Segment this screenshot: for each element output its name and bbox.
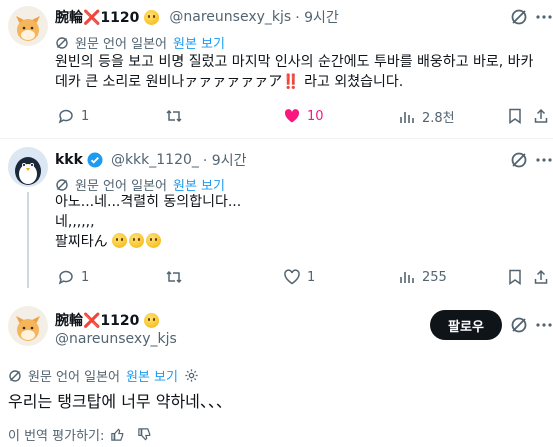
divider (0, 138, 553, 139)
bookmark-icon[interactable] (507, 269, 523, 285)
fox-avatar-icon (8, 306, 48, 346)
translate-icon (9, 369, 21, 382)
view-count: 2.8천 (422, 111, 455, 126)
pleading-face-icon (112, 233, 128, 248)
retweet-icon (166, 270, 182, 284)
fox-avatar-icon (8, 6, 48, 46)
avatar[interactable] (8, 6, 48, 46)
more-icon[interactable] (535, 316, 553, 334)
views-button[interactable]: 2.8천 (398, 107, 455, 126)
translate-icon (56, 36, 68, 49)
more-icon[interactable] (535, 151, 553, 169)
user-handle[interactable]: @kkk_1120_ (111, 152, 199, 168)
grok-icon[interactable] (510, 316, 528, 334)
display-name[interactable]: 腕輪❌1120 (55, 310, 139, 330)
reply-icon (58, 270, 73, 285)
pleading-face-icon (146, 233, 162, 248)
views-button[interactable]: 255 (398, 268, 447, 286)
like-count: 1 (307, 269, 316, 285)
share-icon[interactable] (533, 269, 549, 285)
retweet-button[interactable] (165, 107, 183, 125)
gear-icon[interactable] (184, 368, 199, 383)
avatar[interactable] (8, 306, 48, 346)
tweet-text: 원빈의 등을 보고 비명 질렀고 마지막 인사의 순간에도 투바를 배웅하고 바… (55, 54, 534, 90)
retweet-button[interactable] (165, 268, 183, 286)
share-icon[interactable] (533, 108, 549, 124)
reply-count: 1 (81, 108, 90, 124)
tweet-text: 아노...네...격렬히 동의합니다... 네,,,,,, 팔찌타ん (55, 194, 242, 250)
thread-line (27, 192, 29, 288)
more-icon[interactable] (535, 8, 553, 26)
views-icon (400, 272, 414, 283)
display-name[interactable]: kkk (55, 152, 83, 168)
reply-button[interactable]: 1 (57, 268, 89, 286)
view-original-link[interactable]: 원본 보기 (126, 366, 178, 385)
view-original-link[interactable]: 원본 보기 (173, 33, 225, 52)
emoji-icon (144, 9, 160, 25)
verified-badge-icon (87, 152, 103, 168)
reply-button[interactable]: 1 (57, 107, 89, 125)
rate-translation-label: 이 번역 평가하기: (8, 429, 105, 444)
follow-button[interactable]: 팔로우 (430, 310, 502, 340)
reply-icon (58, 109, 73, 124)
retweet-icon (166, 109, 182, 123)
tweet-text: 우리는 탱크탑에 너무 약하네、、、 (8, 392, 232, 411)
grok-icon[interactable] (510, 151, 528, 169)
display-name[interactable]: 腕輪❌1120 (55, 7, 139, 27)
pleading-face-icon (129, 233, 145, 248)
penguin-avatar-icon (8, 147, 48, 187)
bookmark-icon[interactable] (507, 108, 523, 124)
like-count: 10 (307, 108, 324, 124)
like-button[interactable]: 10 (283, 107, 324, 125)
grok-icon[interactable] (510, 8, 528, 26)
user-handle[interactable]: @nareunsexy_kjs (169, 9, 291, 25)
view-count: 255 (422, 269, 447, 285)
translated-from-label: 원문 언어 일본어 (28, 370, 120, 385)
emoji-icon (144, 312, 160, 328)
like-button[interactable]: 1 (283, 268, 315, 286)
translate-icon (56, 178, 68, 191)
heart-icon (284, 109, 300, 123)
views-icon (400, 111, 414, 123)
translated-from-label: 원문 언어 일본어 (75, 37, 167, 52)
timestamp[interactable]: · 9시간 (295, 7, 339, 27)
timestamp[interactable]: · 9시간 (203, 150, 247, 170)
reply-count: 1 (81, 269, 90, 285)
thumbs-up-icon[interactable] (110, 427, 125, 442)
heart-icon (284, 269, 300, 285)
avatar[interactable] (8, 147, 48, 187)
user-handle[interactable]: @nareunsexy_kjs (55, 331, 177, 347)
double-exclamation-icon: ‼️ (282, 74, 300, 90)
thumbs-down-icon[interactable] (137, 427, 152, 442)
